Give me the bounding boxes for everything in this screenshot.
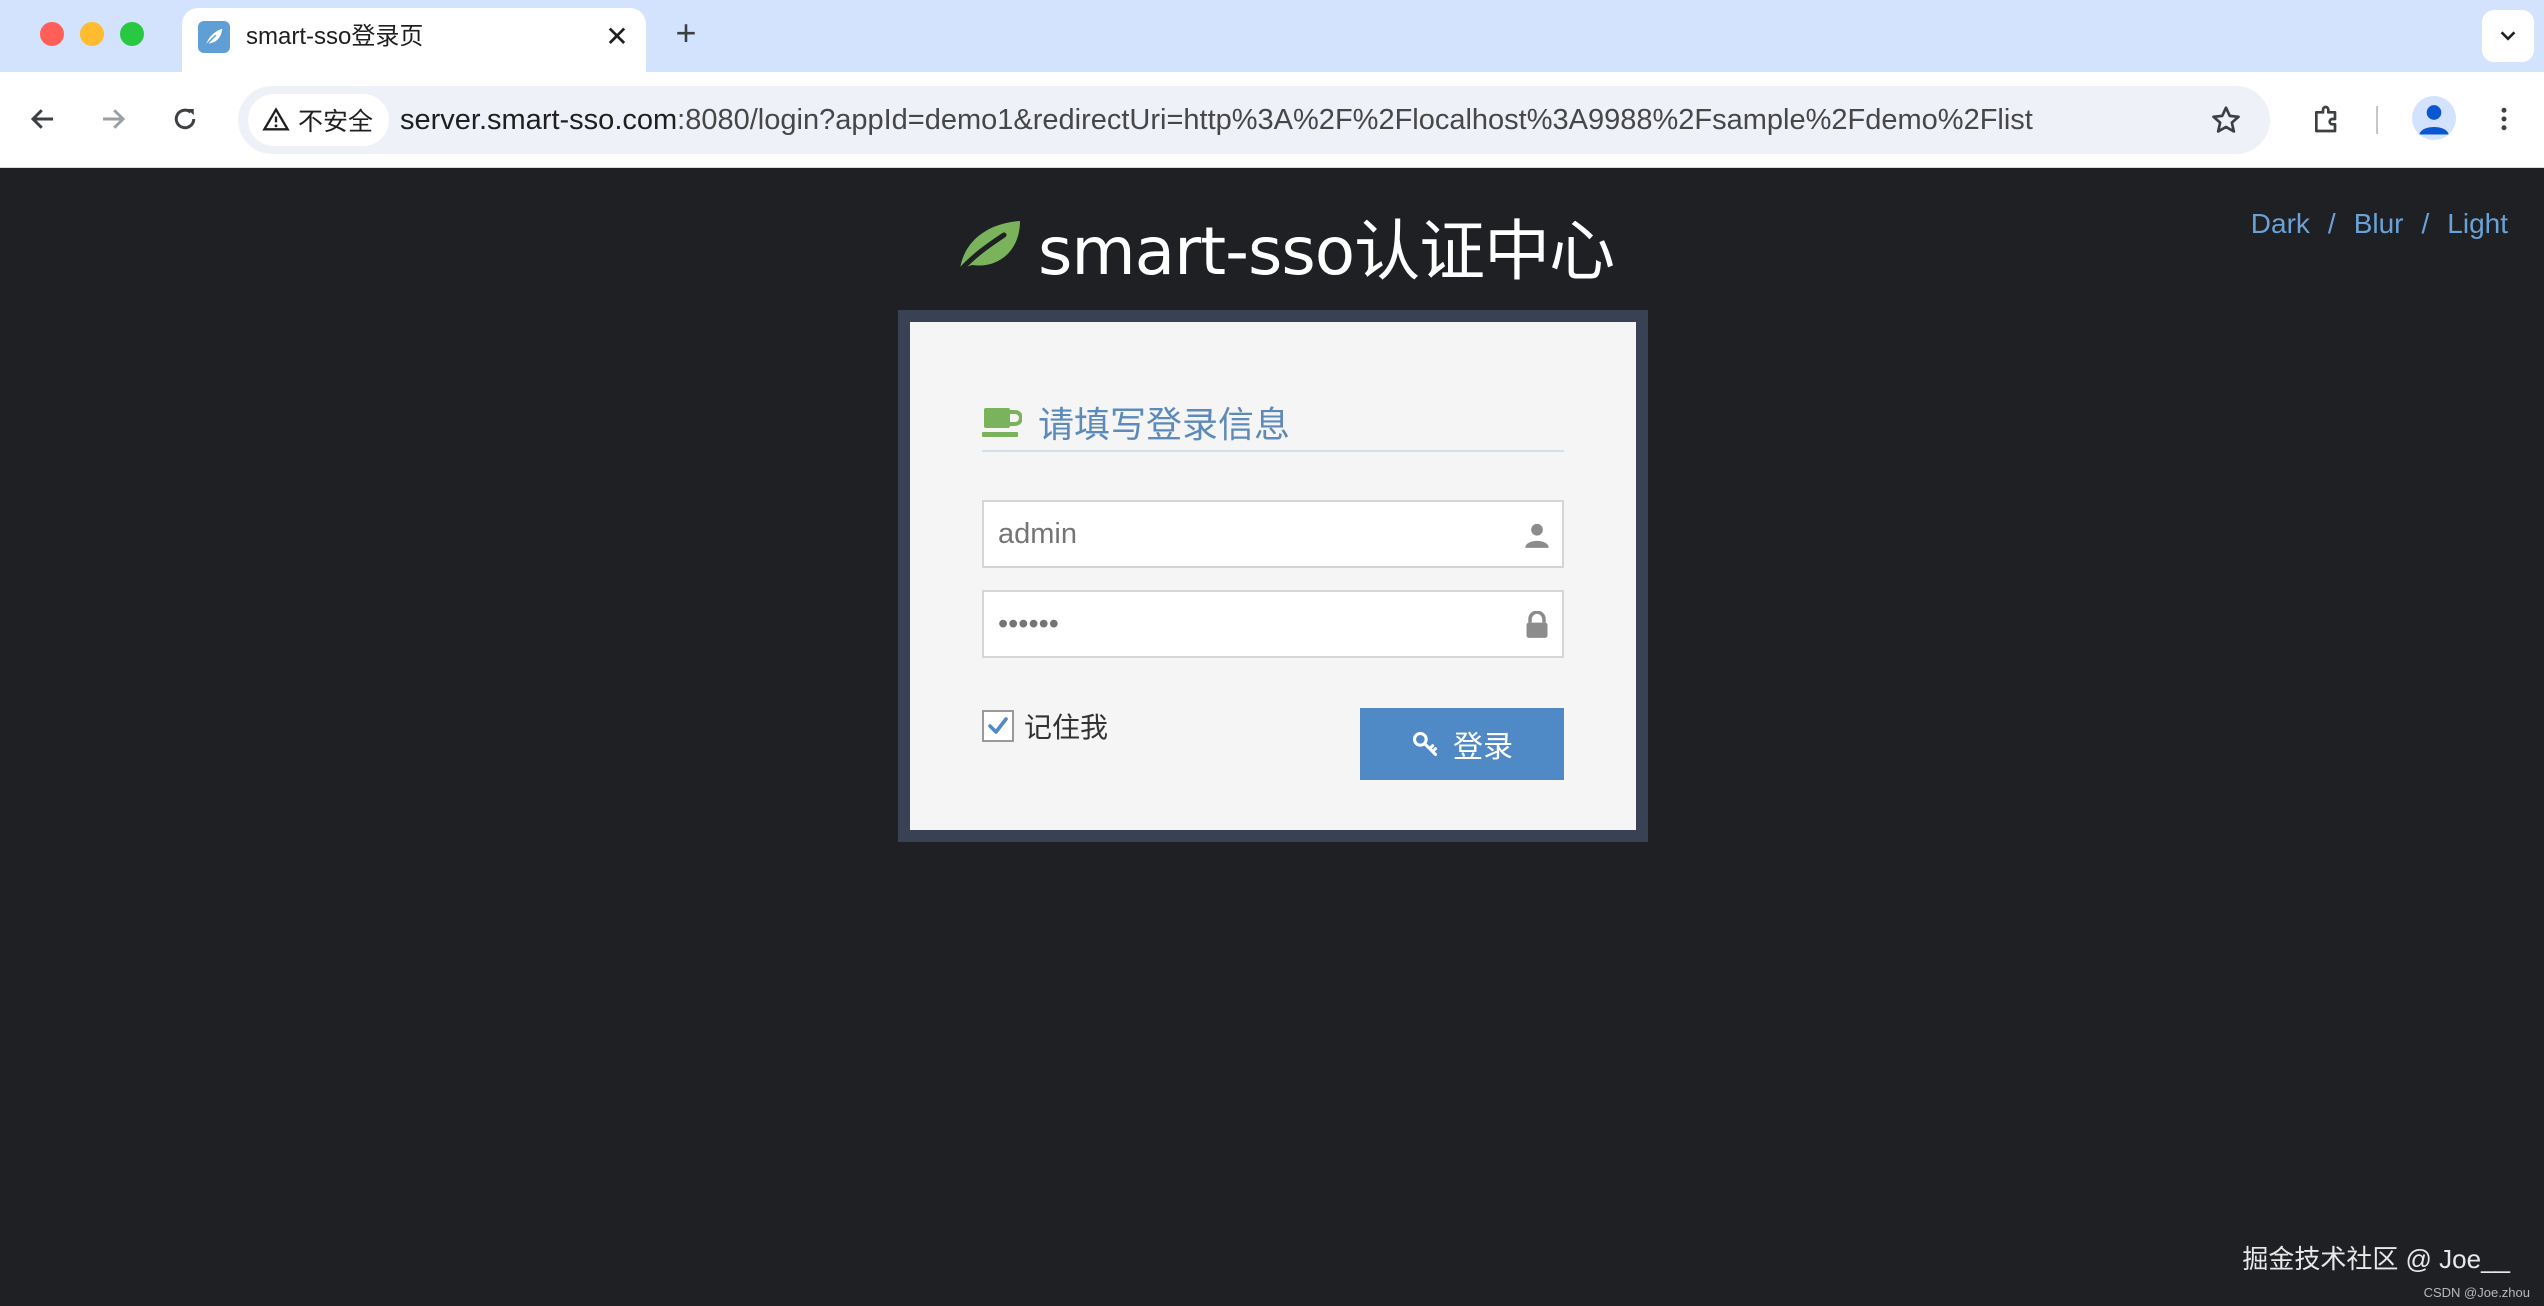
theme-separator: / [2327, 208, 2336, 239]
bookmark-star-button[interactable] [2204, 98, 2248, 142]
login-page: Dark / Blur / Light smart-sso认证中心 请填写登录信息 [0, 168, 2544, 1306]
login-button[interactable]: 登录 [1360, 708, 1564, 780]
reload-button[interactable] [160, 94, 210, 144]
url-host: server.smart-sso.com [400, 104, 678, 136]
reload-icon [174, 108, 196, 130]
window-close-button[interactable] [40, 22, 64, 46]
username-field [982, 500, 1564, 568]
remember-me-label: 记住我 [1024, 712, 1109, 743]
watermark-small: CSDN @Joe.zhou [2423, 1285, 2530, 1300]
checkmark-icon [988, 717, 1008, 734]
form-header: 请填写登录信息 [982, 394, 1564, 452]
leaf-favicon-icon [198, 21, 230, 53]
browser-menu-button[interactable] [2482, 94, 2526, 144]
new-tab-button[interactable]: + [666, 14, 706, 54]
url-path: :8080/login?appId=demo1&redirectUri=http… [677, 104, 2033, 136]
username-input[interactable] [984, 502, 1562, 566]
profile-icon [2419, 105, 2449, 135]
login-form: 请填写登录信息 记住我 [910, 322, 1636, 830]
login-panel-frame: 请填写登录信息 记住我 [898, 310, 1648, 842]
login-button-label: 登录 [1453, 731, 1513, 764]
theme-light-link[interactable]: Light [2447, 208, 2508, 239]
theme-dark-link[interactable]: Dark [2251, 208, 2310, 239]
leaf-icon [955, 221, 1020, 275]
remember-me-checkbox[interactable] [982, 710, 1014, 742]
forward-button[interactable] [88, 94, 138, 144]
theme-blur-link[interactable]: Blur [2354, 208, 2404, 239]
window-maximize-button[interactable] [120, 22, 144, 46]
extensions-button[interactable] [2302, 94, 2352, 144]
profile-button[interactable] [2412, 96, 2456, 140]
key-icon [1412, 731, 1438, 757]
warning-icon [262, 107, 290, 131]
tab-close-icon[interactable]: ✕ [600, 20, 634, 54]
toolbar-divider [2376, 106, 2378, 134]
remember-me[interactable]: 记住我 [982, 708, 1108, 744]
security-indicator[interactable]: 不安全 [248, 94, 390, 146]
window-minimize-button[interactable] [80, 22, 104, 46]
url-text[interactable]: server.smart-sso.com:8080/login?appId=de… [400, 86, 2033, 154]
coffee-icon [982, 408, 1022, 437]
theme-separator: / [2421, 208, 2430, 239]
password-input[interactable] [984, 592, 1562, 656]
page-header: smart-sso认证中心 [954, 206, 1615, 290]
arrow-left-icon [30, 109, 53, 129]
lock-icon [1522, 610, 1552, 640]
chevron-down-icon [2500, 31, 2516, 41]
more-vert-icon [2501, 107, 2507, 131]
security-label: 不安全 [298, 108, 374, 136]
password-field [982, 590, 1564, 658]
page-title: smart-sso认证中心 [1038, 213, 1615, 290]
tab-title: smart-sso登录页 [246, 23, 424, 50]
back-button[interactable] [18, 94, 68, 144]
star-icon [2212, 106, 2240, 133]
theme-switcher: Dark / Blur / Light [2251, 208, 2508, 240]
browser-tab-strip: smart-sso登录页 ✕ + [0, 0, 2544, 72]
address-bar[interactable]: 不安全 server.smart-sso.com:8080/login?appI… [238, 86, 2270, 154]
extensions-icon [2315, 105, 2337, 133]
watermark: 掘金技术社区 @ Joe__ [2242, 1244, 2510, 1274]
browser-toolbar: 不安全 server.smart-sso.com:8080/login?appI… [0, 72, 2544, 168]
arrow-right-icon [103, 109, 126, 129]
user-icon [1522, 520, 1552, 550]
tab-search-button[interactable] [2482, 10, 2534, 62]
form-heading: 请填写登录信息 [1038, 404, 1291, 445]
browser-tab[interactable]: smart-sso登录页 ✕ [182, 8, 646, 72]
